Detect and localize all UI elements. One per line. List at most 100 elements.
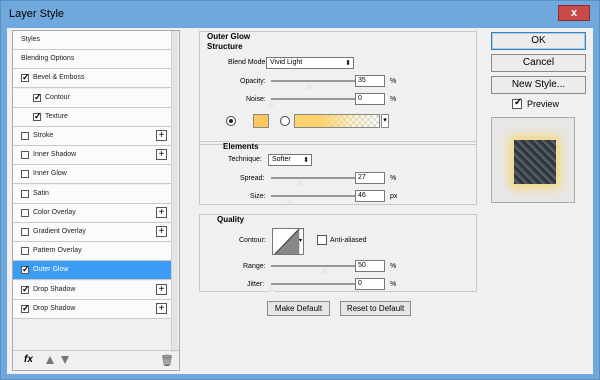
add-effect-icon[interactable]: +: [156, 226, 167, 237]
style-item-label: Texture: [45, 112, 68, 120]
style-item-checkbox[interactable]: [21, 151, 29, 160]
style-item-checkbox[interactable]: [33, 92, 42, 103]
preview-checkbox[interactable]: [512, 97, 522, 109]
jitter-label: Jitter:: [247, 281, 265, 288]
styles-list-scrollbar[interactable]: [171, 31, 178, 352]
glow-color-swatch[interactable]: [253, 114, 269, 128]
add-effect-icon[interactable]: +: [156, 206, 167, 218]
noise-input[interactable]: 0: [355, 93, 385, 105]
style-item-checkbox[interactable]: [33, 111, 42, 122]
opacity-input[interactable]: 35: [355, 75, 385, 87]
layer-style-dialog: Layer Style x Styles Blending Options Beve…: [0, 0, 600, 380]
ok-button[interactable]: OK: [491, 32, 586, 50]
contour-dropdown-arrow[interactable]: ▾: [299, 237, 302, 244]
style-item-inner-glow[interactable]: Inner Glow: [13, 165, 171, 185]
noise-slider-thumb[interactable]: [266, 99, 276, 107]
style-item-label: Inner Shadow: [33, 151, 77, 159]
chevron-down-icon: ⬍: [345, 60, 351, 67]
add-effect-icon[interactable]: +: [156, 302, 167, 314]
blend-mode-value: Vivid Light: [270, 59, 303, 66]
new-style-button[interactable]: New Style...: [491, 76, 586, 94]
style-item-drop-shadow[interactable]: Drop Shadow +: [13, 280, 171, 300]
cancel-button[interactable]: Cancel: [491, 54, 586, 72]
style-item-checkbox[interactable]: [21, 72, 30, 83]
quality-group: Quality Contour: ▾ Anti-aliased Range: 5…: [199, 214, 477, 292]
style-item-label: Color Overlay: [33, 208, 76, 216]
style-item-label: Contour: [45, 93, 70, 101]
window-title: Layer Style: [9, 8, 65, 20]
style-item-checkbox[interactable]: [21, 132, 29, 140]
jitter-input[interactable]: 0: [355, 278, 385, 290]
dialog-body: Styles Blending Options Bevel & Emboss Cont…: [7, 28, 593, 374]
style-item-checkbox[interactable]: [21, 170, 29, 179]
style-item-checkbox[interactable]: [21, 189, 29, 198]
style-item-label: Drop Shadow: [33, 285, 76, 293]
style-item-checkbox[interactable]: [21, 264, 30, 275]
add-effect-icon[interactable]: +: [156, 283, 167, 295]
range-slider-thumb[interactable]: [320, 266, 330, 274]
style-item-gradient-overlay[interactable]: Gradient Overlay +: [13, 223, 171, 242]
range-input[interactable]: 50: [355, 260, 385, 272]
style-item-bevel-emboss[interactable]: Bevel & Emboss: [13, 69, 171, 89]
opacity-unit: %: [390, 78, 397, 85]
style-item-satin[interactable]: Satin: [13, 184, 171, 204]
technique-select[interactable]: Softer ⬍: [268, 154, 312, 166]
spread-input[interactable]: 27: [355, 172, 385, 184]
opacity-slider-thumb[interactable]: [303, 81, 314, 89]
style-item-checkbox[interactable]: [21, 208, 29, 217]
style-item-styles[interactable]: Styles: [13, 31, 171, 50]
outer-glow-group: Outer Glow Structure Blend Mode: Vivid L…: [199, 31, 477, 145]
add-effect-icon[interactable]: +: [156, 149, 167, 161]
close-button[interactable]: x: [558, 5, 590, 21]
style-item-contour[interactable]: Contour: [13, 88, 171, 108]
noise-unit: %: [390, 96, 397, 103]
technique-label: Technique:: [228, 156, 262, 163]
size-input[interactable]: 46: [355, 190, 385, 202]
noise-label: Noise:: [246, 96, 266, 103]
style-item-inner-shadow[interactable]: Inner Shadow +: [13, 146, 171, 166]
style-item-texture[interactable]: Texture: [13, 107, 171, 127]
style-item-color-overlay[interactable]: Color Overlay +: [13, 203, 171, 223]
gradient-dropdown-button[interactable]: ▾: [381, 114, 389, 128]
antialiased-label: Anti-aliased: [330, 237, 367, 244]
size-slider-thumb[interactable]: [285, 196, 296, 204]
spread-unit: %: [390, 175, 397, 182]
make-default-button[interactable]: Make Default: [267, 301, 330, 316]
glow-gradient-picker[interactable]: [294, 114, 380, 128]
style-item-pattern-overlay[interactable]: Pattern Overlay: [13, 242, 171, 262]
style-item-label: Drop Shadow: [33, 304, 76, 312]
jitter-slider-thumb[interactable]: [266, 284, 276, 292]
style-item-stroke[interactable]: Stroke +: [13, 127, 171, 146]
style-item-drop-shadow[interactable]: Drop Shadow +: [13, 299, 171, 319]
outer-glow-title: Outer Glow: [207, 32, 251, 41]
move-up-icon[interactable]: [46, 356, 54, 364]
antialiased-checkbox[interactable]: [317, 235, 327, 245]
preview-label: Preview: [527, 99, 560, 109]
move-down-icon[interactable]: [61, 356, 69, 364]
style-item-label: Stroke: [33, 132, 54, 139]
blend-mode-select[interactable]: Vivid Light ⬍: [266, 57, 354, 69]
add-effect-icon[interactable]: +: [156, 130, 167, 141]
style-item-checkbox[interactable]: [21, 284, 30, 295]
opacity-label: Opacity:: [240, 78, 266, 85]
style-item-label: Pattern Overlay: [33, 247, 82, 255]
style-item-checkbox[interactable]: [21, 303, 30, 314]
styles-panel: Styles Blending Options Bevel & Emboss Cont…: [12, 30, 180, 371]
style-item-checkbox[interactable]: [21, 228, 29, 236]
style-preview: [491, 117, 575, 203]
style-item-blending-options[interactable]: Blending Options: [13, 50, 171, 70]
style-item-checkbox[interactable]: [21, 247, 29, 256]
style-item-label: Blending Options: [21, 55, 75, 63]
fx-icon[interactable]: fx: [24, 354, 33, 365]
spread-slider-thumb[interactable]: [295, 178, 306, 186]
contour-label: Contour:: [239, 237, 266, 244]
reset-to-default-button[interactable]: Reset to Default: [340, 301, 411, 316]
structure-title: Structure: [207, 42, 243, 51]
gradient-radio[interactable]: [280, 116, 290, 126]
style-item-outer-glow[interactable]: Outer Glow: [13, 261, 171, 281]
solid-color-radio[interactable]: [226, 116, 236, 126]
title-bar[interactable]: Layer Style x: [1, 1, 599, 28]
elements-group: Elements Technique: Softer ⬍ Spread: 27 …: [199, 141, 477, 205]
trash-icon[interactable]: 🗑: [160, 354, 174, 367]
style-item-label: Bevel & Emboss: [33, 74, 85, 82]
